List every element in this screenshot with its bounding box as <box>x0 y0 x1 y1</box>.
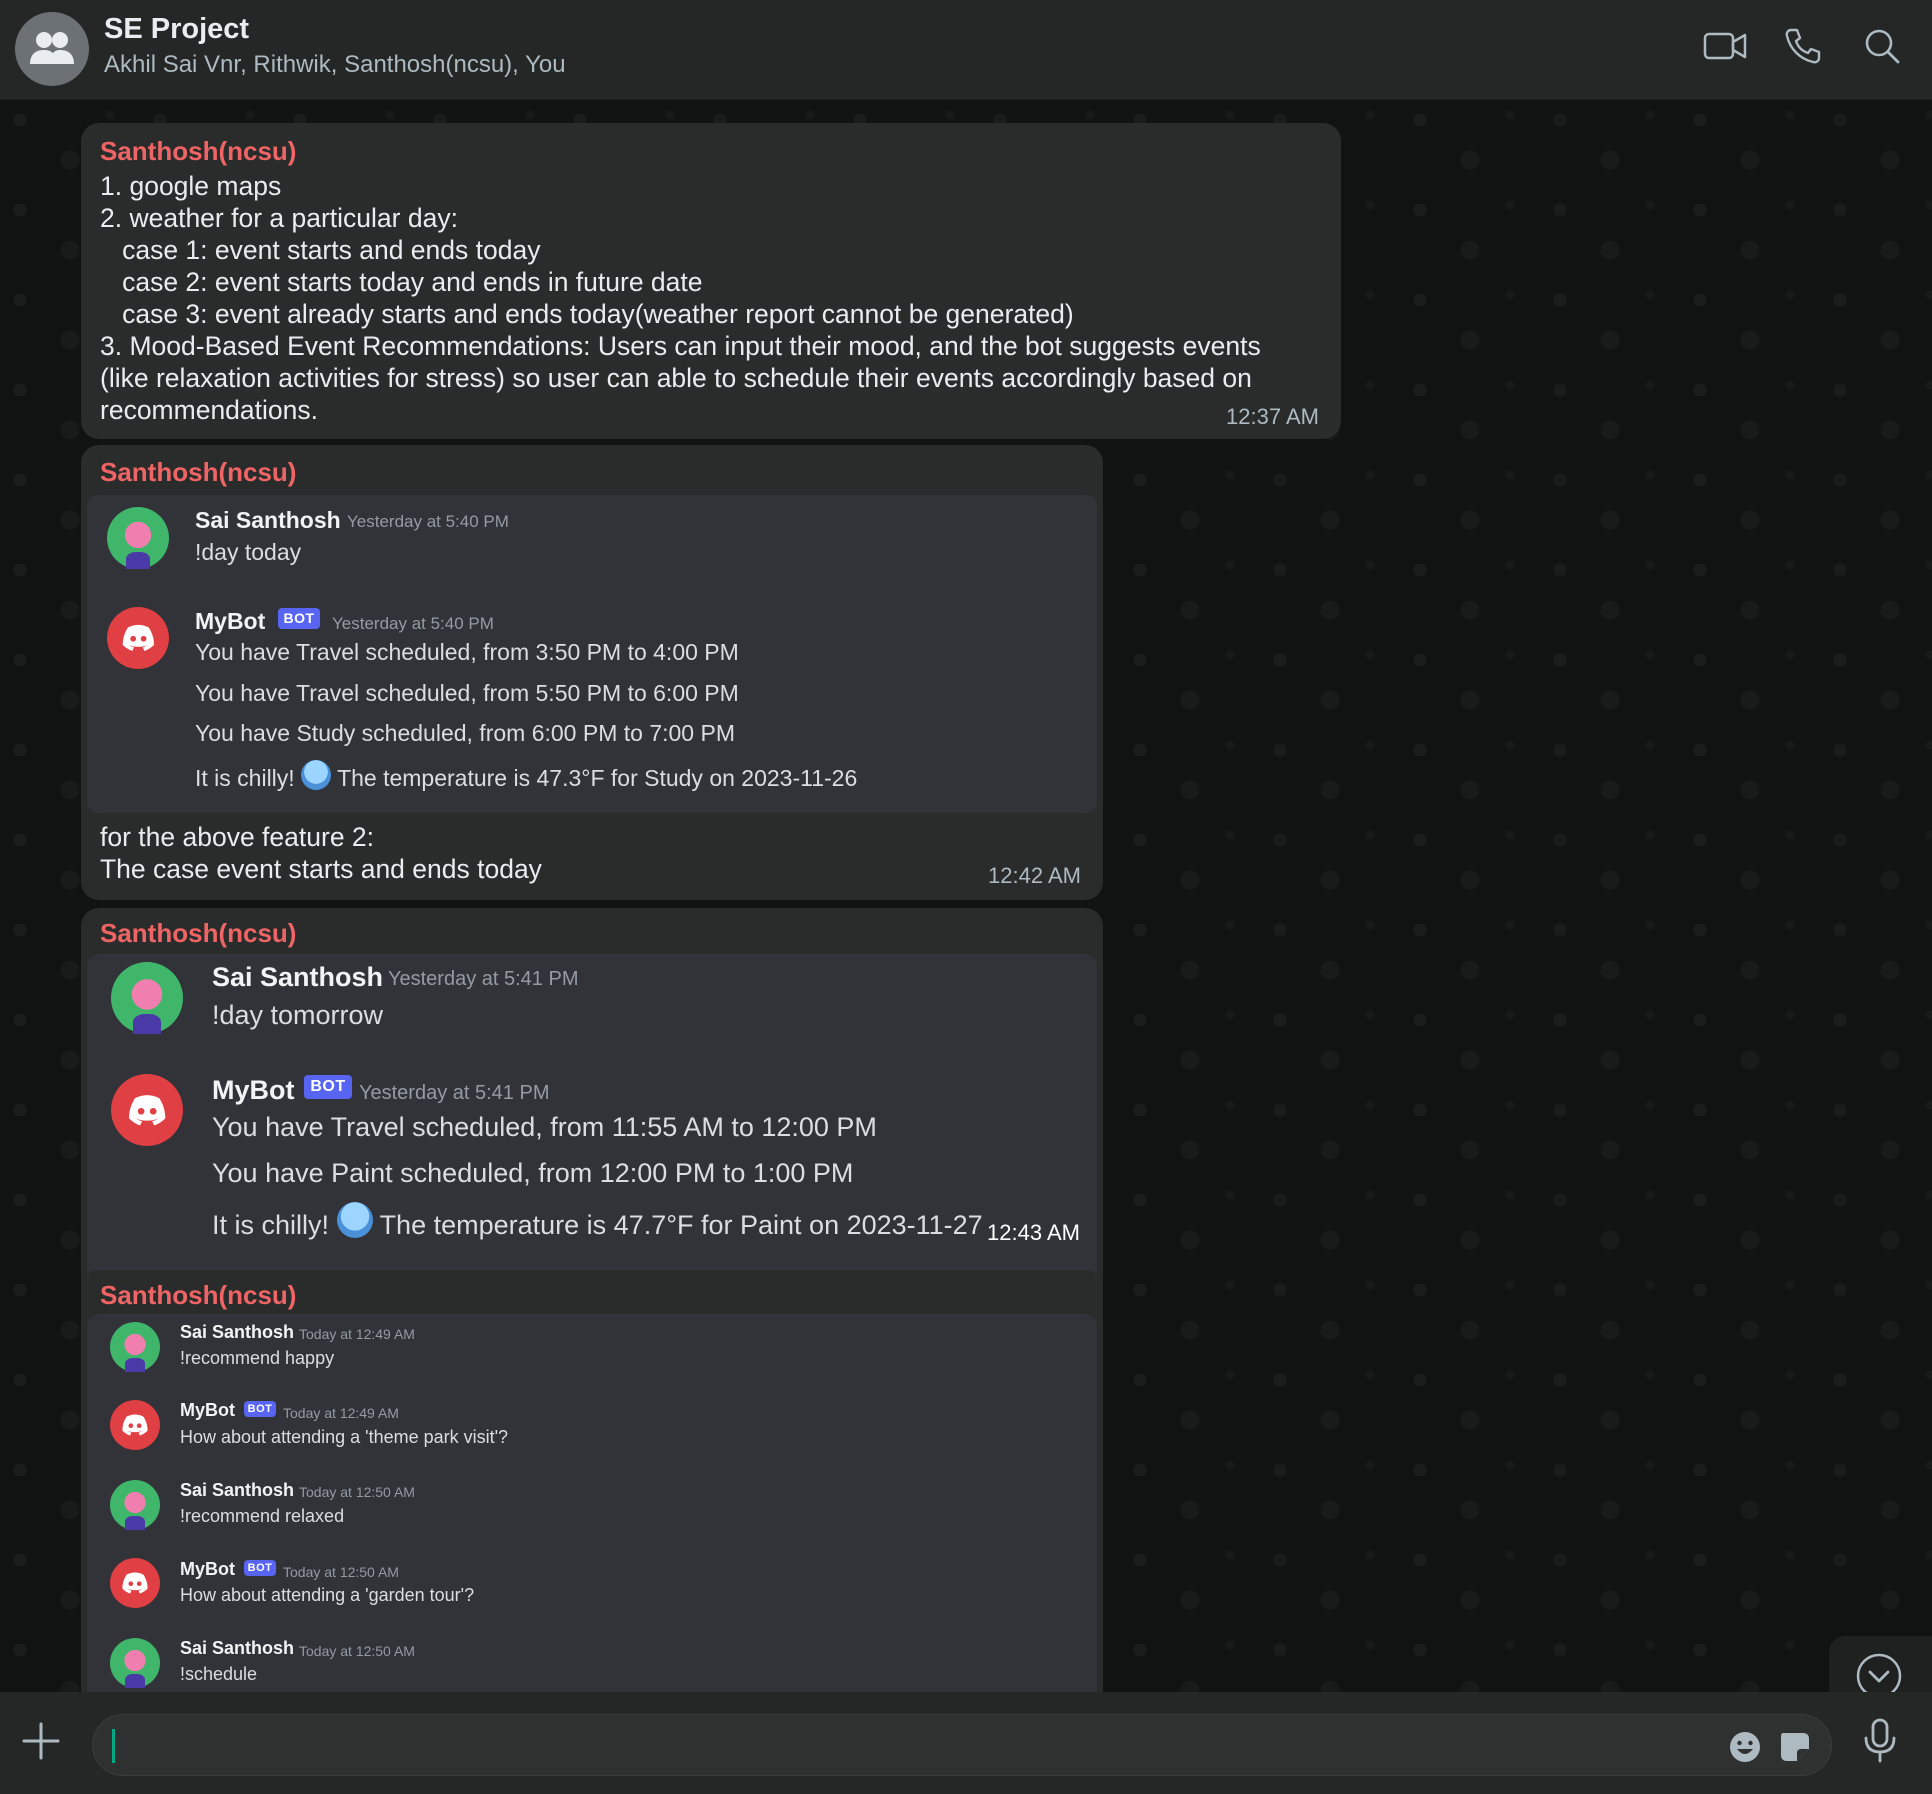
chat-members[interactable]: Akhil Sai Vnr, Rithwik, Santhosh(ncsu), … <box>104 51 566 79</box>
message-time: 12:43 AM <box>987 1220 1080 1245</box>
message-line: 1. google maps <box>100 171 282 201</box>
bot-avatar <box>110 1400 160 1450</box>
discord-username: Sai Santhosh <box>180 1638 295 1658</box>
bot-avatar <box>111 1074 183 1146</box>
discord-username: Sai Santhosh <box>180 1322 295 1342</box>
embedded-screenshot[interactable]: Sai Santhosh Yesterday at 5:40 PM !day t… <box>87 495 1097 813</box>
bot-avatar <box>110 1558 160 1608</box>
chilly-prefix: It is chilly! <box>195 765 295 791</box>
message-bubble[interactable]: Santhosh(ncsu) Sai Santhosh Today at 12:… <box>81 1270 1103 1692</box>
message-composer <box>0 1692 1932 1794</box>
chevron-down-icon <box>1856 1653 1902 1692</box>
discord-username: Sai Santhosh <box>195 507 341 533</box>
message-sender[interactable]: Santhosh(ncsu) <box>100 918 296 949</box>
message-sender[interactable]: Santhosh(ncsu) <box>100 1280 296 1311</box>
discord-timestamp: Today at 12:50 AM <box>299 1643 415 1659</box>
search-icon[interactable] <box>1862 26 1902 66</box>
message-sender[interactable]: Santhosh(ncsu) <box>100 457 296 488</box>
discord-username: MyBot <box>212 1075 295 1105</box>
message-input[interactable] <box>113 1725 1693 1765</box>
discord-logo-icon <box>122 624 154 652</box>
phone-icon[interactable] <box>1783 26 1823 66</box>
message-sender[interactable]: Santhosh(ncsu) <box>100 136 296 167</box>
chilly-prefix: It is chilly! <box>212 1210 330 1240</box>
discord-message-line: You have Travel scheduled, from 3:50 PM … <box>195 639 739 665</box>
emoji-icon[interactable] <box>1727 1729 1763 1765</box>
discord-timestamp: Today at 12:49 AM <box>283 1405 399 1421</box>
message-bubble[interactable]: Santhosh(ncsu) Sai Santhosh Yesterday at… <box>81 445 1103 900</box>
discord-message-line: You have Paint scheduled, from 12:00 PM … <box>212 1158 854 1188</box>
discord-message-line: !recommend happy <box>180 1348 335 1368</box>
discord-logo-icon <box>122 1414 148 1436</box>
cold-face-emoji-icon <box>336 1202 373 1238</box>
message-line: 3. Mood-Based Event Recommendations: Use… <box>100 331 1261 361</box>
chat-title[interactable]: SE Project <box>104 13 249 46</box>
chilly-suffix: The temperature is 47.7°F for Paint on 2… <box>379 1210 983 1240</box>
embedded-screenshot[interactable]: Sai Santhosh Today at 12:49 AM !recommen… <box>87 1314 1097 1692</box>
discord-username: MyBot <box>180 1559 235 1579</box>
discord-logo-icon <box>122 1572 148 1594</box>
discord-username: Sai Santhosh <box>212 962 384 992</box>
message-line: case 3: event already starts and ends to… <box>100 299 1074 329</box>
avatar <box>110 1322 160 1372</box>
video-call-icon[interactable] <box>1703 26 1747 66</box>
bot-badge: BOT <box>278 608 320 629</box>
chilly-suffix: The temperature is 47.3°F for Study on 2… <box>337 765 858 791</box>
discord-username: MyBot <box>195 608 266 634</box>
bot-badge: BOT <box>244 1401 276 1417</box>
microphone-icon[interactable] <box>1862 1718 1898 1764</box>
message-time: 12:37 AM <box>1226 404 1319 429</box>
avatar <box>107 507 169 569</box>
discord-message-line: How about attending a 'garden tour'? <box>180 1585 475 1605</box>
discord-logo-icon <box>128 1094 166 1126</box>
discord-timestamp: Today at 12:50 AM <box>299 1484 415 1500</box>
message-line: 2. weather for a particular day: <box>100 203 458 233</box>
sticker-icon[interactable] <box>1777 1729 1813 1765</box>
group-avatar[interactable] <box>15 12 89 86</box>
bot-avatar <box>107 607 169 669</box>
discord-username: MyBot <box>180 1400 235 1420</box>
discord-message-line: !day tomorrow <box>212 1000 384 1030</box>
message-input-container[interactable] <box>92 1714 1832 1776</box>
group-icon <box>30 32 74 64</box>
message-time: 12:42 AM <box>988 863 1081 888</box>
discord-message-line: You have Study scheduled, from 6:00 PM t… <box>195 720 735 746</box>
discord-timestamp: Yesterday at 5:41 PM <box>359 1082 550 1104</box>
discord-username: Sai Santhosh <box>180 1480 295 1500</box>
discord-timestamp: Today at 12:50 AM <box>283 1564 399 1580</box>
bot-badge: BOT <box>304 1075 352 1099</box>
avatar <box>111 962 183 1034</box>
chat-messages-area[interactable]: Santhosh(ncsu) 1. google maps 2. weather… <box>0 100 1932 1692</box>
message-line: for the above feature 2: <box>100 822 375 852</box>
message-line: case 1: event starts and ends today <box>100 235 541 265</box>
discord-message-line: You have Travel scheduled, from 5:50 PM … <box>195 680 739 706</box>
message-line: (like relaxation activities for stress) … <box>100 363 1252 393</box>
message-line: case 2: event starts today and ends in f… <box>100 267 703 297</box>
message-line: The case event starts and ends today <box>100 854 542 884</box>
discord-message-line: You have Travel scheduled, from 11:55 AM… <box>212 1112 877 1142</box>
discord-timestamp: Yesterday at 5:40 PM <box>332 614 494 633</box>
discord-message-line: How about attending a 'theme park visit'… <box>180 1427 509 1447</box>
message-line: recommendations. <box>100 395 318 425</box>
message-bubble[interactable]: Santhosh(ncsu) 1. google maps 2. weather… <box>81 123 1341 439</box>
plus-icon[interactable] <box>20 1720 62 1762</box>
discord-message-line: !day today <box>195 539 302 565</box>
discord-message-line: It is chilly! The temperature is 47.7°F … <box>212 1202 983 1241</box>
cold-face-emoji-icon <box>301 760 332 790</box>
scroll-to-bottom-button[interactable] <box>1829 1636 1932 1692</box>
text-caret <box>112 1729 115 1763</box>
discord-message-line: It is chilly! The temperature is 47.3°F … <box>195 760 857 792</box>
discord-message-line: !recommend relaxed <box>180 1506 345 1526</box>
bot-badge: BOT <box>244 1560 276 1576</box>
discord-timestamp: Yesterday at 5:40 PM <box>347 512 509 531</box>
avatar <box>110 1480 160 1530</box>
chat-header[interactable]: SE Project Akhil Sai Vnr, Rithwik, Santh… <box>0 0 1932 100</box>
discord-timestamp: Today at 12:49 AM <box>299 1326 415 1342</box>
discord-message-line: !schedule <box>180 1664 258 1684</box>
avatar <box>110 1638 160 1688</box>
discord-timestamp: Yesterday at 5:41 PM <box>388 968 579 990</box>
